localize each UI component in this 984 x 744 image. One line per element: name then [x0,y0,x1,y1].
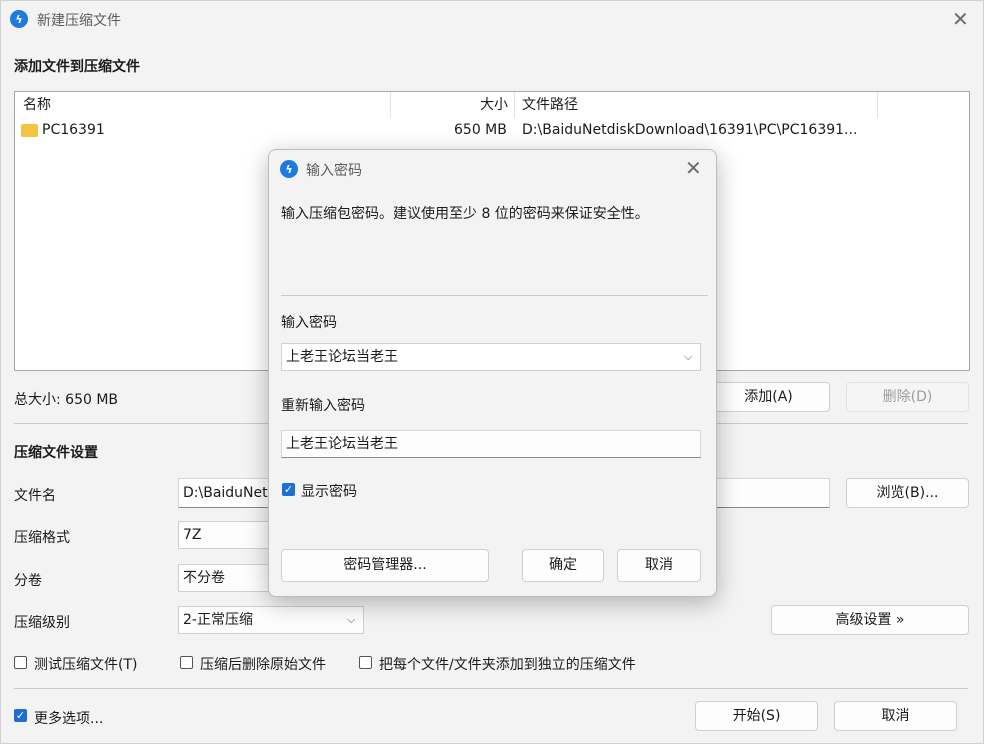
show-password-label: 显示密码 [301,484,357,500]
window-title: 新建压缩文件 [37,13,121,29]
start-button[interactable]: 开始(S) [695,701,818,731]
format-label: 压缩格式 [14,530,70,546]
row-path: D:\BaiduNetdiskDownload\16391\PC\PC16391… [522,122,858,138]
separate-archives-label: 把每个文件/文件夹添加到独立的压缩文件 [379,657,636,673]
level-label: 压缩级别 [14,615,70,631]
add-section-title: 添加文件到压缩文件 [14,59,140,75]
dialog-close-icon[interactable]: ✕ [685,158,702,178]
row-name: PC16391 [42,122,105,138]
reenter-password-input[interactable]: 上老王论坛当老王 [281,430,701,458]
level-select[interactable]: 2-正常压缩 ⌵ [178,606,364,634]
column-separator [514,92,515,118]
column-separator [390,92,391,118]
filename-value: D:\BaiduNet [183,485,268,501]
split-label: 分卷 [14,573,42,589]
reenter-label: 重新输入密码 [281,398,365,414]
browse-button[interactable]: 浏览(B)... [846,478,969,508]
test-archive-checkbox[interactable] [14,656,27,669]
dialog-title: 输入密码 [306,163,362,179]
total-size: 总大小: 650 MB [14,392,119,408]
column-separator [877,92,878,118]
column-header-path[interactable]: 文件路径 [522,92,578,118]
divider [281,295,708,296]
chevron-down-icon[interactable]: ⌵ [684,344,692,370]
advanced-settings-button[interactable]: 高级设置 » [771,605,969,635]
dialog-cancel-button[interactable]: 取消 [617,549,701,582]
more-options-label: 更多选项... [34,711,104,727]
folder-icon [21,124,38,137]
ok-button[interactable]: 确定 [522,549,604,582]
password-input[interactable]: 上老王论坛当老王 ⌵ [281,343,701,371]
add-button[interactable]: 添加(A) [707,382,830,412]
test-archive-label: 测试压缩文件(T) [34,657,138,673]
chevron-down-icon: ⌵ [347,613,356,626]
close-icon[interactable]: ✕ [952,9,969,29]
dialog-description: 输入压缩包密码。建议使用至少 8 位的密码来保证安全性。 [281,206,649,222]
delete-after-checkbox[interactable] [180,656,193,669]
cancel-button[interactable]: 取消 [834,701,957,731]
reenter-value: 上老王论坛当老王 [286,436,398,452]
password-value: 上老王论坛当老王 [286,349,398,365]
show-password-checkbox[interactable]: ✓ [282,483,295,496]
row-size: 650 MB [454,122,507,138]
delete-button[interactable]: 删除(D) [846,382,969,412]
more-options-checkbox[interactable]: ✓ [14,709,27,722]
column-header-name[interactable]: 名称 [23,92,51,118]
format-value: 7Z [183,527,202,543]
delete-after-label: 压缩后删除原始文件 [200,657,326,673]
table-row[interactable]: PC16391 650 MB D:\BaiduNetdiskDownload\1… [15,119,967,143]
column-header-size[interactable]: 大小 [480,92,508,118]
level-value: 2-正常压缩 [183,612,253,628]
divider [14,688,968,689]
password-dialog: ϟ 输入密码 ✕ 输入压缩包密码。建议使用至少 8 位的密码来保证安全性。 输入… [268,149,717,597]
app-logo-icon: ϟ [10,10,28,28]
password-manager-button[interactable]: 密码管理器... [281,549,489,582]
password-label: 输入密码 [281,315,337,331]
filename-label: 文件名 [14,488,56,504]
dialog-logo-icon: ϟ [280,160,298,178]
settings-section-title: 压缩文件设置 [14,445,98,461]
separate-archives-checkbox[interactable] [359,656,372,669]
split-value: 不分卷 [183,570,225,586]
